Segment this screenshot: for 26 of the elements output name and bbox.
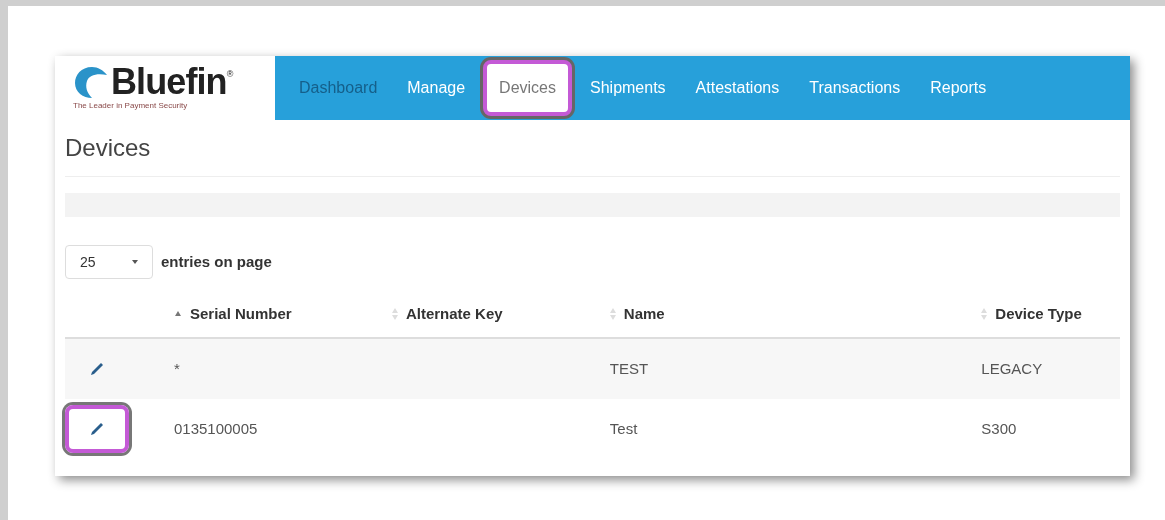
registered-mark: ® <box>226 69 234 79</box>
pencil-icon <box>89 421 105 437</box>
table-cell: * <box>173 360 180 377</box>
brand-name: Bluefin <box>111 64 227 100</box>
table-cell: S300 <box>981 420 1017 437</box>
column-header[interactable]: Device Type <box>995 302 1082 326</box>
nav-tab[interactable]: Shipments <box>578 60 678 116</box>
column-header[interactable]: Serial Number <box>189 302 292 326</box>
nav-tab[interactable]: Manage <box>395 60 478 116</box>
table-cell: 0135100005 <box>173 420 258 437</box>
table-cell: Test <box>609 420 638 437</box>
pencil-icon <box>89 361 105 377</box>
page-size-label: entries on page <box>161 251 272 272</box>
column-header[interactable]: Name <box>623 302 665 326</box>
nav-tab[interactable]: Devices <box>483 60 572 116</box>
page-size-select[interactable]: 25 <box>65 245 153 279</box>
brand-tagline: The Leader in Payment Security <box>73 100 189 112</box>
nav-tab[interactable]: Attestations <box>683 60 792 116</box>
nav-tab[interactable]: Reports <box>918 60 999 116</box>
column-header[interactable]: Alternate Key <box>405 302 503 326</box>
table-cell: TEST <box>609 360 649 377</box>
nav-tab[interactable]: Transactions <box>797 60 913 116</box>
page-title: Devices <box>65 120 1120 177</box>
table-cell: LEGACY <box>981 360 1043 377</box>
edit-button[interactable] <box>65 405 129 453</box>
dropdown-caret-icon <box>132 260 138 264</box>
